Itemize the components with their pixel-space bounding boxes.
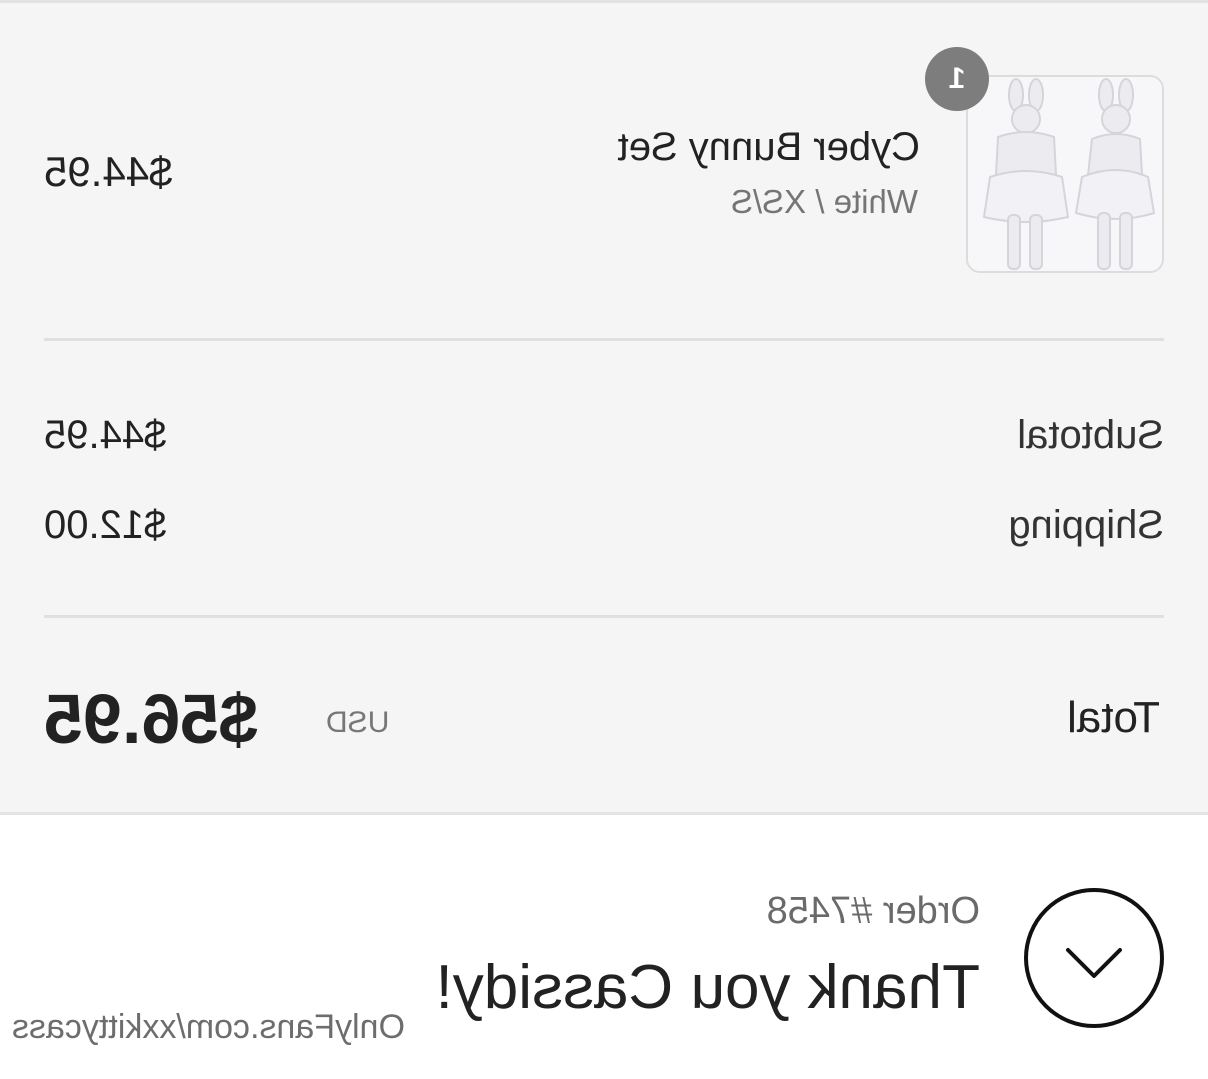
order-number: Order #7458 (766, 890, 980, 932)
total-value: $56.95 (44, 680, 259, 758)
order-summary-panel: 1 Cyber Bunny Set White / XS/S $44.95 Su… (0, 0, 1208, 815)
quantity-badge: 1 (925, 47, 989, 111)
check-circle-icon (1024, 888, 1164, 1028)
divider (44, 615, 1164, 618)
line-item-thumbnail: 1 (925, 47, 1164, 273)
subtotal-label: Subtotal (1017, 413, 1164, 457)
product-name: Cyber Bunny Set (617, 125, 920, 169)
subtotal-value: $44.95 (44, 413, 167, 457)
bunny-costume-photo-icon (968, 77, 1162, 271)
shipping-value: $12.00 (44, 503, 167, 547)
shipping-label: Shipping (1008, 503, 1164, 547)
divider (44, 338, 1164, 341)
total-currency: USD (326, 706, 390, 739)
watermark: OnlyFans.com/xxkittycass (12, 1008, 405, 1046)
thank-you-heading: Thank you Cassidy! (435, 953, 980, 1022)
total-label: Total (1067, 693, 1160, 742)
product-variant: White / XS/S (730, 183, 918, 220)
product-image (966, 75, 1164, 273)
order-status-page: 1 Cyber Bunny Set White / XS/S $44.95 Su… (0, 0, 1208, 1079)
line-item-price: $44.95 (44, 148, 173, 195)
